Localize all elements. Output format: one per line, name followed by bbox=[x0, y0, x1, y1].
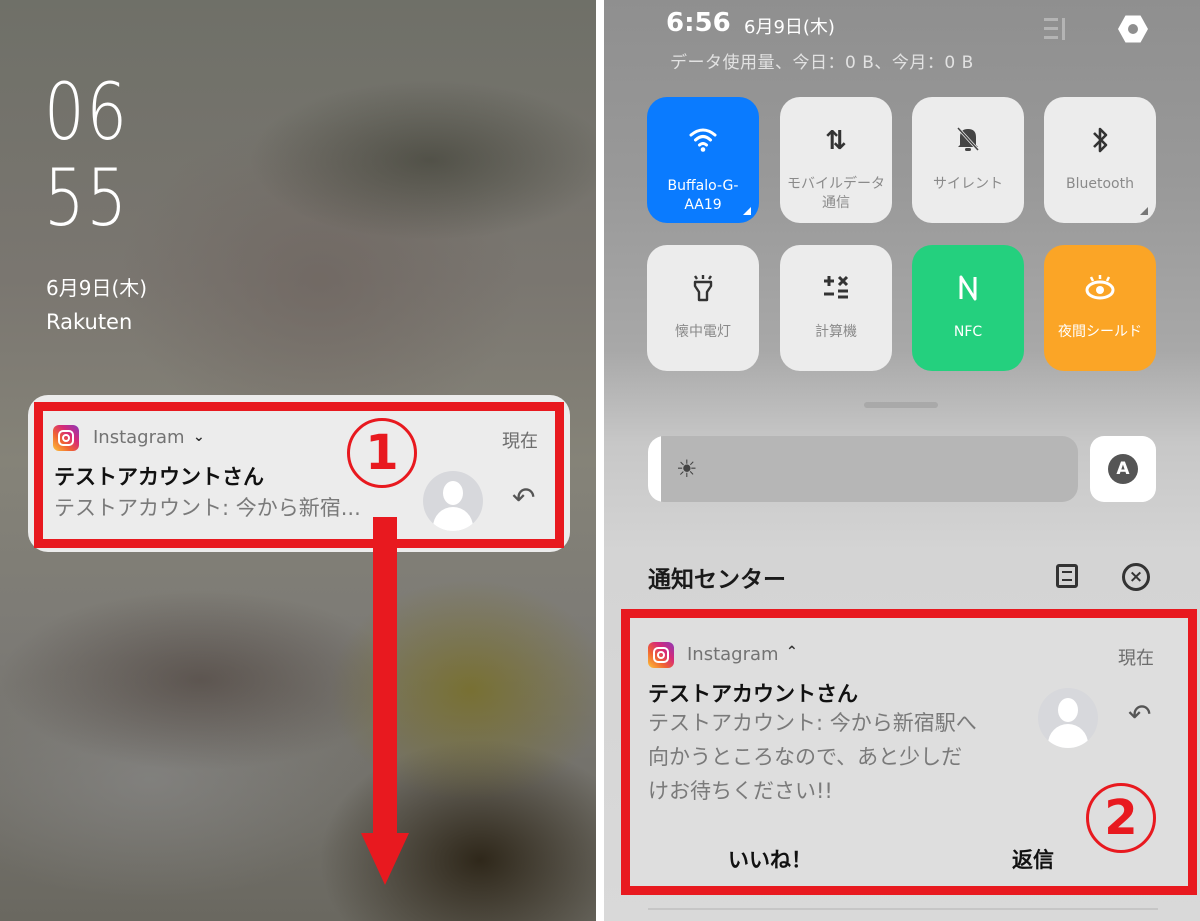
settings-gear-icon[interactable] bbox=[1118, 15, 1148, 43]
notification-time: 現在 bbox=[502, 431, 538, 452]
sender-avatar bbox=[423, 471, 483, 531]
tile-mobile-data[interactable]: ⇅ モバイルデータ通信 bbox=[780, 97, 892, 223]
tile-label: 夜間シールド bbox=[1058, 324, 1142, 340]
eye-icon bbox=[1044, 273, 1156, 305]
notification-body: テストアカウント: 今から新宿... bbox=[54, 496, 361, 520]
notification-settings-icon[interactable] bbox=[1056, 564, 1078, 588]
nfc-icon bbox=[912, 273, 1024, 305]
brightness-fill bbox=[648, 436, 661, 502]
reply-icon[interactable]: ↶ bbox=[512, 481, 535, 514]
divider-line bbox=[648, 908, 1158, 910]
instagram-icon bbox=[648, 642, 674, 668]
carrier-name: Rakuten bbox=[46, 310, 133, 334]
brightness-slider[interactable]: ☀ bbox=[648, 436, 1078, 502]
reply-button[interactable]: 返信 bbox=[1012, 844, 1054, 874]
notification-title: テストアカウントさん bbox=[648, 682, 858, 706]
clock-hour: 06 bbox=[44, 68, 129, 158]
body-line: けお待ちください!! bbox=[648, 779, 833, 803]
tile-label: モバイルデータ通信 bbox=[787, 176, 885, 211]
tile-calculator[interactable]: 計算機 bbox=[780, 245, 892, 371]
panel-drag-handle[interactable] bbox=[864, 402, 938, 408]
flashlight-icon bbox=[647, 273, 759, 305]
tile-silent[interactable]: サイレント bbox=[912, 97, 1024, 223]
wifi-icon bbox=[647, 125, 759, 157]
tile-wifi[interactable]: Buffalo-G-AA19 bbox=[647, 97, 759, 223]
clear-all-icon[interactable]: × bbox=[1122, 563, 1150, 591]
instagram-icon bbox=[53, 425, 79, 451]
tile-label: 懐中電灯 bbox=[675, 324, 731, 340]
notification-body: テストアカウント: 今から新宿駅へ 向かうところなので、あと少しだ けお待ちくだ… bbox=[648, 706, 977, 808]
tile-label: Buffalo-G-AA19 bbox=[667, 178, 739, 213]
sun-icon: ☀ bbox=[676, 455, 698, 483]
reply-icon[interactable]: ↶ bbox=[1128, 698, 1151, 731]
data-arrows-icon: ⇅ bbox=[825, 126, 847, 156]
chevron-up-icon[interactable]: ⌃ bbox=[786, 644, 798, 660]
tile-night-shield[interactable]: 夜間シールド bbox=[1044, 245, 1156, 371]
like-button[interactable]: いいね！ bbox=[728, 844, 812, 874]
annotation-number-2: 2 bbox=[1086, 783, 1156, 853]
notification-app-name: Instagram bbox=[93, 427, 185, 448]
tile-expand-corner bbox=[1140, 207, 1148, 215]
annotation-number-1: 1 bbox=[347, 418, 417, 488]
auto-brightness-button[interactable]: A bbox=[1090, 436, 1156, 502]
notification-time: 現在 bbox=[1118, 648, 1154, 669]
swipe-arrow-shaft bbox=[373, 517, 397, 837]
body-line: 向かうところなので、あと少しだ bbox=[648, 745, 963, 769]
bluetooth-icon bbox=[1044, 125, 1156, 157]
bell-off-icon bbox=[912, 125, 1024, 157]
lockscreen-notification[interactable]: Instagram ⌄ 現在 テストアカウントさん テストアカウント: 今から新… bbox=[28, 395, 570, 552]
swipe-down-arrow-icon bbox=[361, 833, 409, 885]
quick-settings-panel: 6:56 6月9日(木) データ使用量、今日：0 B、今月：0 B Buffal… bbox=[604, 0, 1200, 921]
tile-nfc[interactable]: NFC bbox=[912, 245, 1024, 371]
lock-clock: 06 55 bbox=[44, 70, 129, 242]
data-usage: データ使用量、今日：0 B、今月：0 B bbox=[670, 53, 974, 73]
lock-screen: 06 55 6月9日(木) Rakuten Instagram ⌄ 現在 テスト… bbox=[0, 0, 596, 921]
notification-app-name: Instagram bbox=[687, 644, 779, 665]
tile-label: サイレント bbox=[933, 176, 1003, 192]
notification-title: テストアカウントさん bbox=[54, 465, 264, 489]
tile-bluetooth[interactable]: Bluetooth bbox=[1044, 97, 1156, 223]
tile-flashlight[interactable]: 懐中電灯 bbox=[647, 245, 759, 371]
tile-label: 計算機 bbox=[815, 324, 857, 340]
tile-label: NFC bbox=[953, 324, 983, 340]
sender-avatar bbox=[1038, 688, 1098, 748]
status-time: 6:56 bbox=[666, 8, 731, 38]
lock-date: 6月9日(木) bbox=[46, 276, 148, 300]
body-line: テストアカウント: 今から新宿駅へ bbox=[648, 711, 977, 735]
tile-label: Bluetooth bbox=[1066, 176, 1134, 192]
clock-minute: 55 bbox=[44, 154, 129, 244]
calculator-icon bbox=[780, 273, 892, 305]
status-date: 6月9日(木) bbox=[744, 17, 835, 38]
auto-brightness-icon: A bbox=[1108, 454, 1138, 484]
panel-divider bbox=[596, 0, 604, 921]
chevron-down-icon[interactable]: ⌄ bbox=[193, 429, 205, 445]
edit-tiles-icon[interactable] bbox=[1044, 16, 1068, 42]
notification-center-title: 通知センター bbox=[648, 567, 786, 593]
